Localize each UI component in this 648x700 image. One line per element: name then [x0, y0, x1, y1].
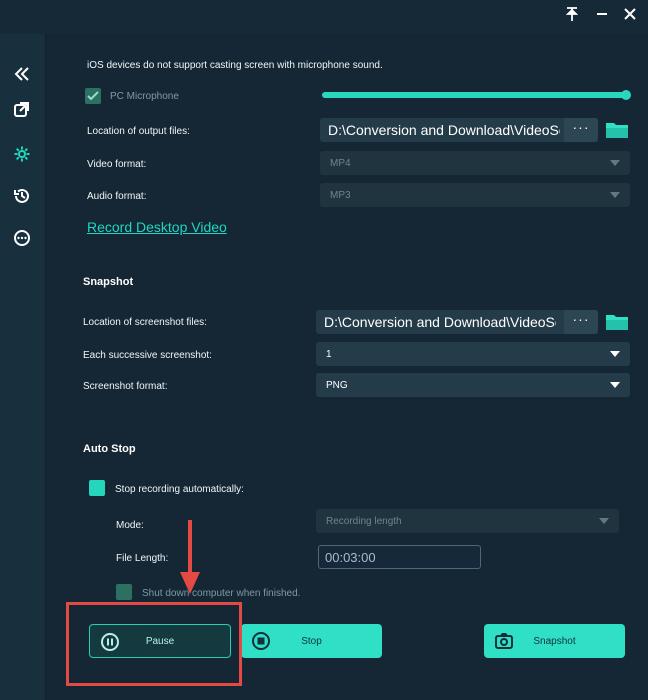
chevron-down-icon: [610, 351, 620, 357]
audio-format-label: Audio format:: [87, 191, 147, 202]
history-icon[interactable]: [10, 184, 34, 208]
close-icon[interactable]: [618, 2, 642, 26]
title-bar: [0, 0, 648, 34]
annotation-highlight-box: [66, 602, 242, 686]
check-icon: [87, 91, 99, 101]
collapse-icon[interactable]: [10, 62, 34, 86]
mode-select[interactable]: Recording length: [316, 509, 619, 533]
chevron-down-icon: [599, 518, 609, 524]
chevron-down-icon: [610, 160, 620, 166]
audio-format-value: MP3: [330, 190, 351, 201]
video-format-value: MP4: [330, 158, 351, 169]
output-location-value: D:\Conversion and Download\VideoSo: [328, 122, 560, 138]
video-format-select[interactable]: MP4: [320, 151, 630, 175]
folder-icon[interactable]: [605, 312, 629, 332]
stop-automatically-label: Stop recording automatically:: [115, 484, 244, 495]
mode-label: Mode:: [116, 520, 144, 531]
folder-icon[interactable]: [605, 120, 629, 140]
file-length-label: File Length:: [116, 553, 169, 564]
file-length-value: 00:03:00: [325, 550, 376, 565]
record-desktop-video-link[interactable]: Record Desktop Video: [87, 219, 227, 235]
screenshot-format-label: Screenshot format:: [83, 381, 168, 392]
file-length-input[interactable]: 00:03:00: [318, 545, 481, 569]
snapshot-section-title: Snapshot: [83, 276, 134, 288]
stop-automatically-checkbox[interactable]: [89, 480, 105, 496]
more-icon[interactable]: [10, 226, 34, 250]
screenshot-format-value: PNG: [326, 380, 348, 391]
screenshot-location-field[interactable]: D:\Conversion and Download\VideoSol ···: [316, 310, 598, 334]
output-location-label: Location of output files:: [87, 126, 190, 137]
video-format-label: Video format:: [87, 159, 147, 170]
stop-label: Stop: [301, 635, 322, 647]
audio-format-select[interactable]: MP3: [320, 183, 630, 207]
successive-screenshot-select[interactable]: 1: [316, 342, 630, 366]
output-browse-button[interactable]: ···: [564, 118, 598, 142]
ios-note: iOS devices do not support casting scree…: [87, 60, 383, 71]
successive-screenshot-label: Each successive screenshot:: [83, 350, 212, 361]
microphone-volume-slider[interactable]: [322, 92, 628, 98]
stop-button[interactable]: Stop: [241, 624, 382, 658]
pc-microphone-label: PC Microphone: [110, 91, 179, 102]
successive-screenshot-value: 1: [326, 349, 332, 360]
auto-stop-section-title: Auto Stop: [83, 443, 136, 455]
snapshot-button[interactable]: Snapshot: [484, 624, 625, 658]
screenshot-location-label: Location of screenshot files:: [83, 317, 207, 328]
shutdown-checkbox[interactable]: [116, 584, 132, 600]
sidebar: [0, 34, 46, 700]
minimize-icon[interactable]: [590, 2, 614, 26]
camera-icon: [495, 633, 513, 649]
chevron-down-icon: [610, 382, 620, 388]
screenshot-format-select[interactable]: PNG: [316, 373, 630, 397]
snapshot-label: Snapshot: [533, 635, 576, 647]
settings-icon[interactable]: [10, 142, 34, 166]
screen-mirror-icon[interactable]: [10, 97, 34, 121]
screenshot-location-value: D:\Conversion and Download\VideoSol: [324, 314, 556, 330]
screenshot-browse-button[interactable]: ···: [564, 310, 598, 334]
shutdown-label: Shut down computer when finished.: [142, 588, 301, 599]
stop-icon: [252, 632, 270, 650]
output-location-field[interactable]: D:\Conversion and Download\VideoSo ···: [320, 118, 598, 142]
chevron-down-icon: [610, 192, 620, 198]
pc-microphone-checkbox[interactable]: [85, 88, 101, 104]
pin-icon[interactable]: [560, 2, 584, 26]
annotation-arrow-icon: [180, 520, 200, 594]
mode-value: Recording length: [326, 516, 402, 527]
microphone-volume-thumb[interactable]: [621, 90, 631, 100]
